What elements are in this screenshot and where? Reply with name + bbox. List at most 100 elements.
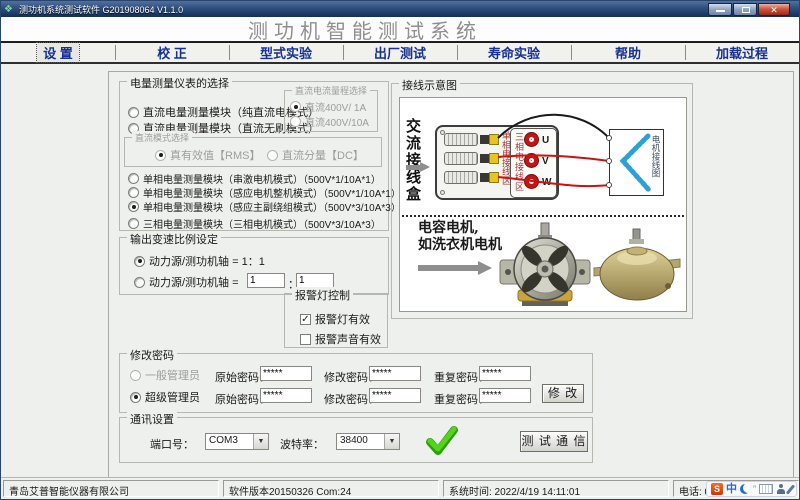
checkbox-alarm-sound[interactable]: 报警声音有效 (300, 331, 381, 347)
arrow-right-icon (406, 162, 430, 173)
tab-settings[interactable]: 设 置 (1, 43, 115, 62)
status-system-time: 系统时间: 2022/4/19 14:11:01 (443, 480, 669, 497)
radio-super-admin[interactable]: 超级管理员 (130, 389, 200, 405)
tab-type-test[interactable]: 型式实验 (229, 43, 343, 62)
junction-box: 单相电接线区 三相电接线区 U V W (435, 125, 559, 200)
meter-select-group: 电量测量仪表的选择 直流电量测量模块（纯直流电模式） 直流电量测量模块（直流无刷… (119, 81, 389, 231)
meter-group-title: 电量测量仪表的选择 (127, 75, 232, 91)
app-window: ❖ 测功机系统测试软件 G201908064 V1.1.0 ✕ 测功机智能测试系… (0, 0, 800, 500)
maximize-icon[interactable] (733, 3, 757, 16)
tab-calibration[interactable]: 校 正 (115, 43, 229, 62)
radio-single-series-motor[interactable]: 单相电量测量模块（串激电机模式）（500V*1/10A*1） (128, 171, 381, 186)
radio-circle-icon (290, 116, 301, 127)
status-company: 青岛艾普智能仪器有限公司 (3, 480, 219, 497)
test-comm-button[interactable]: 测 试 通 信 (520, 431, 588, 452)
radio-true-rms: 真有效值【RMS】 (155, 147, 260, 163)
orig-password-input[interactable] (260, 388, 312, 403)
ac-junction-box-label: 交流接线盒 (403, 118, 424, 203)
moon-icon[interactable] (740, 484, 750, 494)
dc-range-group: 直流电流量程选择 直流400V/ 1A 直流400V/10A (284, 90, 378, 132)
radio-three-phase-motor[interactable]: 三相电量测量模块（三相电机模式）（500V*3/10A*3） (128, 216, 381, 231)
motor-wiring-box: 电机接线图 (609, 129, 664, 196)
terminal-w-label: W (542, 177, 551, 188)
arrow-right-icon (418, 261, 492, 275)
comm-group-title: 通讯设置 (127, 411, 177, 427)
password-group-title: 修改密码 (127, 347, 177, 363)
page-title: 测功机智能测试系统 (248, 15, 482, 44)
repeat-password-input[interactable] (479, 388, 531, 403)
wiring-group: 接线示意图 交流接线盒 单相电接线区 三相电接线区 U (391, 83, 693, 319)
alarm-group: 报警灯控制 ✓ 报警灯有效 报警声音有效 (284, 293, 388, 348)
port-select[interactable]: COM3 ▼ (205, 433, 269, 450)
tab-load-process[interactable]: 加载过程 (685, 43, 799, 62)
capacitor-motor-caption: 电容电机, 如洗衣机电机 (418, 220, 502, 254)
banner: 测功机智能测试系统 (1, 17, 799, 42)
app-gem-icon: ❖ (4, 4, 15, 15)
baud-label: 波特率： (280, 436, 324, 452)
terminal-w-icon (524, 174, 539, 189)
radio-ratio-fixed[interactable]: 动力源/测功机轴 = 1：1 (134, 253, 265, 269)
terminal-row (444, 133, 499, 146)
minimize-icon[interactable] (708, 3, 732, 16)
radio-circle-icon (290, 101, 301, 112)
three-phase-box: 三相电接线区 U V W (510, 128, 557, 198)
tab-life-test[interactable]: 寿命实验 (457, 43, 571, 62)
modify-button[interactable]: 修 改 (542, 384, 584, 403)
person-icon[interactable] (776, 484, 786, 494)
sogou-icon[interactable]: S (711, 483, 723, 495)
radio-circle-icon (128, 201, 139, 212)
terminal-row (444, 171, 499, 184)
alarm-group-title: 报警灯控制 (292, 287, 353, 303)
terminal-v-label: V (542, 156, 549, 167)
ratio-value1-input[interactable] (247, 273, 285, 288)
baud-select[interactable]: 38400 ▼ (336, 433, 400, 450)
radio-circle-icon (128, 107, 139, 118)
wrench-icon[interactable] (786, 484, 795, 494)
keyboard-icon[interactable] (759, 484, 773, 494)
radio-circle-icon (267, 150, 278, 161)
wiring-diagram: 交流接线盒 单相电接线区 三相电接线区 U V (399, 97, 687, 312)
punctuation-icon[interactable]: ” (753, 484, 756, 494)
chinese-mode-icon[interactable]: 中 (726, 483, 737, 495)
radio-circle-icon (128, 218, 139, 229)
wiring-group-title: 接线示意图 (399, 77, 460, 93)
checkbox-icon (300, 334, 311, 345)
radio-single-induction-whole[interactable]: 单相电量测量模块（感应电机整机模式）（500V*1/10A*1） (128, 185, 401, 200)
chevron-down-icon[interactable]: ▼ (384, 434, 399, 449)
ratio-value2-input[interactable] (296, 273, 334, 288)
password-group: 修改密码 一般管理员 原始密码： 修改密码： 重复密码： 超级管理员 原始密码：… (119, 353, 593, 413)
washing-motor-side-image (592, 228, 682, 306)
ratio-group-title: 输出变速比例设定 (127, 231, 221, 247)
orig-password-input[interactable] (260, 366, 312, 381)
terminal-u-icon (524, 132, 539, 147)
ime-toolbar: S 中 ” (706, 481, 797, 497)
terminal-row (444, 152, 499, 165)
motor-diagram-label: 电机接线图 (650, 135, 662, 193)
washing-motor-front-image (496, 220, 594, 310)
close-icon[interactable]: ✕ (758, 3, 790, 16)
tab-help[interactable]: 帮助 (571, 43, 685, 62)
radio-circle-icon (134, 277, 145, 288)
tab-factory-test[interactable]: 出厂测试 (343, 43, 457, 62)
radio-circle-icon (128, 187, 139, 198)
terminal-u-label: U (542, 135, 549, 146)
radio-ratio-custom[interactable]: 动力源/测功机轴 = (134, 274, 239, 290)
status-bar: 青岛艾普智能仪器有限公司 软件版本20150326 Com:24 系统时间: 2… (1, 477, 799, 499)
new-password-input[interactable] (369, 366, 421, 381)
radio-dc-400v-1a: 直流400V/ 1A (290, 99, 366, 114)
dc-mode-group: 直流模式选择 真有效值【RMS】 直流分量【DC】 (124, 137, 382, 167)
radio-single-induction-winding[interactable]: 单相电量测量模块（感应主副绕组模式）（500V*3/10A*3） (128, 199, 401, 214)
status-version: 软件版本20150326 Com:24 (223, 480, 439, 497)
repeat-password-input[interactable] (479, 366, 531, 381)
new-password-input[interactable] (369, 388, 421, 403)
chevron-down-icon[interactable]: ▼ (253, 434, 268, 449)
radio-dc-component: 直流分量【DC】 (267, 147, 364, 163)
window-controls: ✕ (708, 3, 790, 16)
checkbox-alarm-light[interactable]: ✓ 报警灯有效 (300, 311, 370, 327)
radio-circle-icon (130, 370, 141, 381)
terminal-v-icon (524, 153, 539, 168)
green-check-icon (426, 426, 458, 456)
radio-circle-icon (128, 173, 139, 184)
radio-normal-admin: 一般管理员 (130, 367, 200, 383)
checkbox-icon: ✓ (300, 314, 311, 325)
